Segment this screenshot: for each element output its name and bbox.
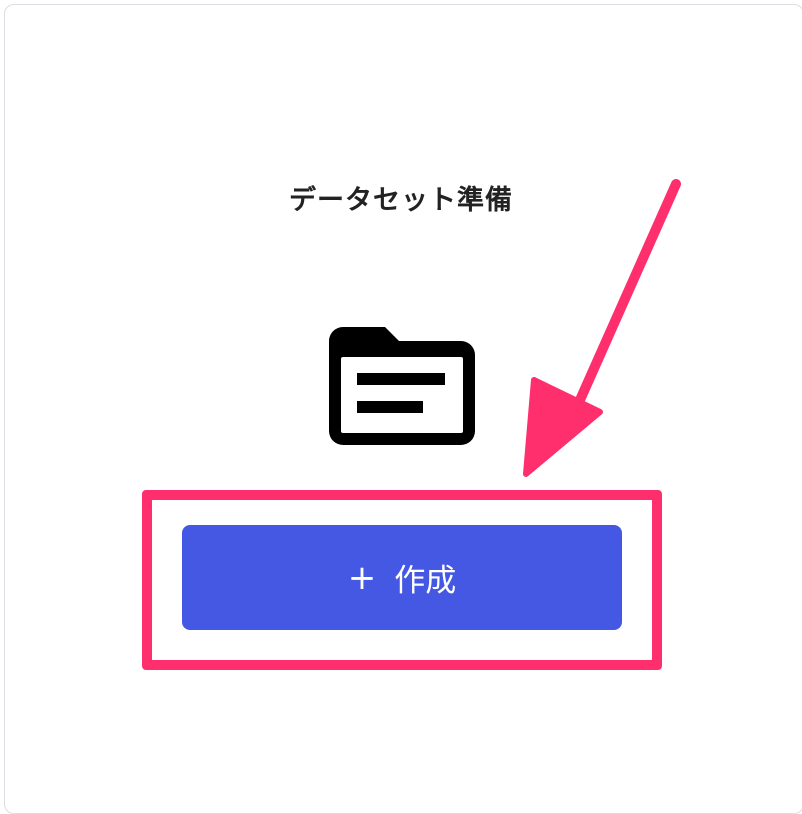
plus-icon: + xyxy=(347,557,377,598)
folder-document-icon xyxy=(329,327,475,445)
create-button-label: 作成 xyxy=(394,563,457,599)
create-button[interactable]: + 作成 xyxy=(182,525,622,630)
panel-title: データセット準備 xyxy=(289,185,513,216)
